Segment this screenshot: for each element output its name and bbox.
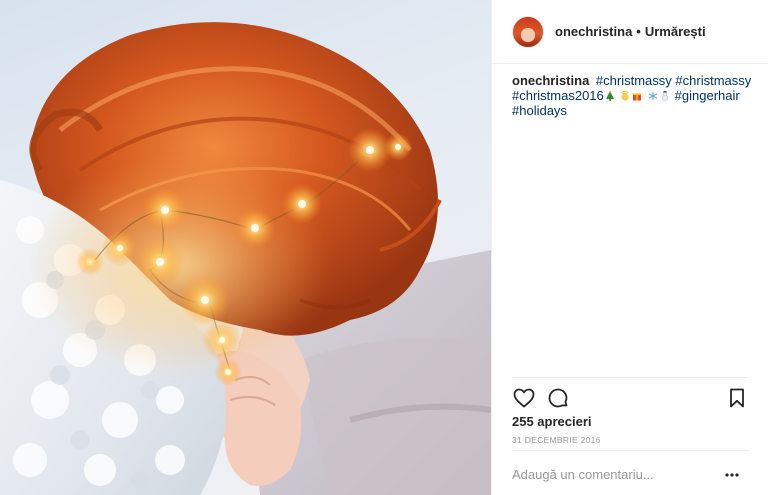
snowman-icon bbox=[662, 91, 669, 101]
actions-divider bbox=[512, 377, 749, 379]
christmas-tree-icon bbox=[605, 91, 614, 101]
photo-illustration bbox=[0, 22, 491, 495]
hashtag-link[interactable]: #holidays bbox=[512, 103, 567, 118]
header-separator: • bbox=[636, 24, 641, 39]
post-photo[interactable] bbox=[0, 0, 491, 495]
hashtag-link[interactable]: #gingerhair bbox=[675, 88, 740, 103]
comment-area bbox=[512, 450, 749, 495]
comment-input[interactable] bbox=[512, 467, 712, 482]
bookmark-icon[interactable] bbox=[725, 386, 749, 410]
caption-username[interactable]: onechristina bbox=[512, 73, 589, 88]
instagram-post: onechristina • Urmărești onechristina #chr… bbox=[0, 0, 768, 495]
action-icons bbox=[512, 386, 749, 410]
post-side-panel: onechristina • Urmărești onechristina #chr… bbox=[491, 0, 768, 495]
gift-icon bbox=[633, 93, 642, 101]
ellipsis-icon[interactable] bbox=[725, 473, 739, 477]
avatar[interactable] bbox=[512, 15, 544, 48]
hashtag-link[interactable]: #christmassy bbox=[675, 73, 751, 88]
snowflake-icon bbox=[648, 91, 658, 101]
hashtag-link[interactable]: #christmassy bbox=[596, 73, 672, 88]
post-header: onechristina • Urmărești bbox=[492, 0, 768, 64]
angel-icon bbox=[621, 91, 630, 101]
hashtag-link[interactable]: #christmas2016 bbox=[512, 88, 604, 103]
post-date[interactable]: 31 DECEMBRIE 2016 bbox=[512, 435, 601, 445]
header-text: onechristina • Urmărești bbox=[555, 24, 706, 39]
follow-status-button[interactable]: Urmărești bbox=[645, 24, 706, 39]
heart-icon[interactable] bbox=[512, 386, 536, 410]
post-caption: onechristina #christmassy #christmassy #… bbox=[512, 73, 752, 118]
header-username[interactable]: onechristina bbox=[555, 24, 632, 39]
likes-count[interactable]: 255 aprecieri bbox=[512, 414, 592, 429]
comment-bubble-icon[interactable] bbox=[546, 386, 570, 410]
